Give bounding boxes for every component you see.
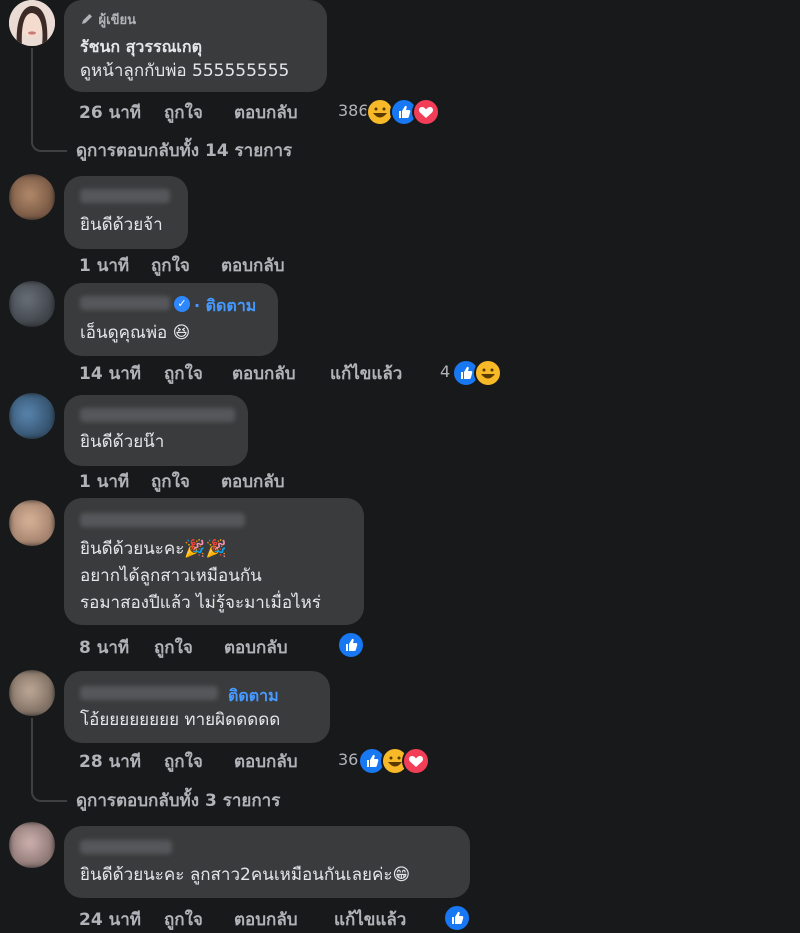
comment-time[interactable]: 28 นาที [79, 748, 141, 775]
author-avatar-image [9, 0, 55, 46]
comment-time[interactable]: 1 นาที [79, 468, 129, 495]
commenter-avatar[interactable] [9, 822, 55, 868]
blurred-commenter-name[interactable] [80, 840, 172, 854]
like-icon[interactable] [337, 631, 365, 659]
author-tag-label: ผู้เขียน [98, 13, 136, 28]
comment-text: ยินดีด้วยจ้า [80, 215, 163, 235]
comment-time[interactable]: 24 นาที [79, 906, 141, 933]
verified-badge-icon: ✓ [174, 296, 190, 312]
comment-text-line: รอมาสองปีแล้ว ไม่รู้จะมาเมื่อไหร่ [80, 593, 321, 613]
reply-button[interactable]: ตอบกลับ [234, 906, 298, 933]
comment-time[interactable]: 14 นาที [79, 360, 141, 387]
commenter-avatar[interactable] [9, 393, 55, 439]
comment-text: ยินดีด้วยน๊า [80, 432, 165, 452]
blurred-commenter-name[interactable] [80, 189, 170, 203]
haha-icon[interactable] [474, 359, 502, 387]
follow-button[interactable]: ติดตาม [228, 684, 279, 709]
comment-time[interactable]: 26 นาที [79, 99, 141, 126]
comment-text: เอ็นดูคุณพ่อ 😆 [80, 323, 191, 343]
reply-button[interactable]: ตอบกลับ [221, 468, 285, 495]
comment-text-line: อยากได้ลูกสาวเหมือนกัน [80, 566, 262, 586]
author-badge: ผู้เขียน [80, 9, 136, 30]
reply-button[interactable]: ตอบกลับ [234, 99, 298, 126]
commenter-name[interactable]: รัชนก สุวรรณเกตุ [80, 35, 202, 60]
author-avatar[interactable] [9, 0, 55, 46]
comment-text: ดูหน้าลูกกับพ่อ 555555555 [80, 61, 290, 81]
like-button[interactable]: ถูกใจ [164, 99, 203, 126]
commenter-avatar[interactable] [9, 281, 55, 327]
comment-time[interactable]: 8 นาที [79, 634, 129, 661]
comment-time[interactable]: 1 นาที [79, 252, 129, 279]
thread-connector [31, 128, 67, 152]
reply-button[interactable]: ตอบกลับ [221, 252, 285, 279]
reply-button[interactable]: ตอบกลับ [224, 634, 288, 661]
reaction-count[interactable]: 4 [440, 362, 450, 381]
like-button[interactable]: ถูกใจ [151, 468, 190, 495]
follow-button[interactable]: · ติดตาม [194, 294, 256, 319]
reply-button[interactable]: ตอบกลับ [234, 748, 298, 775]
edited-label: แก้ไขแล้ว [330, 364, 403, 384]
thread-connector [31, 778, 67, 802]
comment-text: โอ้ยยยยยยยย ทายผิดดดดด [80, 710, 281, 730]
blurred-commenter-name[interactable] [80, 408, 235, 422]
like-button[interactable]: ถูกใจ [154, 634, 193, 661]
commenter-avatar[interactable] [9, 174, 55, 220]
reply-button[interactable]: ตอบกลับ [232, 360, 296, 387]
like-button[interactable]: ถูกใจ [164, 748, 203, 775]
blurred-commenter-name[interactable] [80, 296, 170, 310]
reaction-count[interactable]: 36 [338, 750, 358, 769]
view-replies-link[interactable]: ดูการตอบกลับทั้ง 14 รายการ [76, 137, 292, 164]
view-replies-link[interactable]: ดูการตอบกลับทั้ง 3 รายการ [76, 787, 280, 814]
pencil-icon [82, 14, 92, 24]
like-button[interactable]: ถูกใจ [151, 252, 190, 279]
like-button[interactable]: ถูกใจ [164, 906, 203, 933]
commenter-avatar[interactable] [9, 670, 55, 716]
reaction-count[interactable]: 386 [338, 101, 369, 120]
edited-label: แก้ไขแล้ว [334, 910, 407, 930]
comment-text: ยินดีด้วยนะคะ ลูกสาว2คนเหมือนกันเลยค่ะ😁 [80, 865, 411, 885]
comment-text-line: ยินดีด้วยนะคะ🎉🎉 [80, 539, 227, 559]
commenter-avatar[interactable] [9, 500, 55, 546]
blurred-commenter-name[interactable] [80, 513, 245, 527]
love-icon[interactable] [402, 747, 430, 775]
blurred-commenter-name[interactable] [80, 686, 218, 700]
like-button[interactable]: ถูกใจ [164, 360, 203, 387]
thread-line [31, 48, 33, 140]
love-icon[interactable] [412, 98, 440, 126]
like-icon[interactable] [443, 904, 471, 932]
